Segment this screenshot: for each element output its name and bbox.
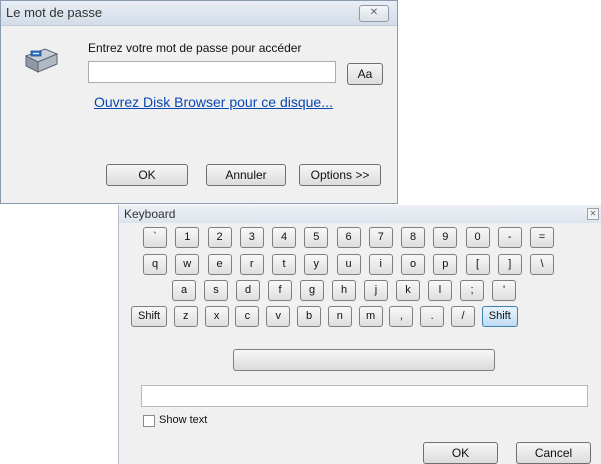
key-row3-11[interactable]: ': [492, 280, 516, 301]
key-row3-10[interactable]: ;: [460, 280, 484, 301]
key-row3-9[interactable]: l: [428, 280, 452, 301]
keyboard-text-field[interactable]: [141, 385, 588, 407]
key-row3-7[interactable]: j: [364, 280, 388, 301]
password-dialog-title: Le mot de passe: [6, 5, 103, 20]
key-row4-10[interactable]: .: [420, 306, 445, 327]
drive-icon: [24, 48, 59, 73]
key-row3-6[interactable]: h: [332, 280, 356, 301]
key-row2-13[interactable]: \: [530, 254, 554, 275]
options-button[interactable]: Options >>: [299, 164, 381, 186]
space-key[interactable]: [233, 349, 495, 371]
keyboard-close-icon[interactable]: ✕: [587, 208, 599, 220]
password-prompt: Entrez votre mot de passe pour accéder: [88, 41, 302, 55]
key-row2-7[interactable]: u: [336, 254, 361, 275]
cancel-button[interactable]: Annuler: [206, 164, 286, 186]
key-row4-3[interactable]: x: [204, 306, 229, 327]
key-row1-11[interactable]: 0: [465, 227, 490, 248]
disk-browser-link[interactable]: Ouvrez Disk Browser pour ce disque...: [94, 94, 333, 110]
key-row3-4[interactable]: f: [268, 280, 292, 301]
password-dialog-titlebar[interactable]: Le mot de passe ✕: [1, 1, 397, 26]
key-row1-13[interactable]: =: [530, 227, 554, 248]
key-right-shift[interactable]: Shift: [481, 306, 518, 327]
key-row4-5[interactable]: v: [266, 306, 291, 327]
keyboard-window: Keyboard ✕ ` 1 2 3 4 5 6 7 8 9 0- = q w e r t y u i o p [] \ a s d…: [118, 205, 601, 464]
key-row2-6[interactable]: y: [304, 254, 329, 275]
key-row2-5[interactable]: t: [272, 254, 296, 275]
key-row4-7[interactable]: n: [327, 306, 352, 327]
key-row1-7[interactable]: 6: [336, 227, 361, 248]
key-row4-8[interactable]: m: [358, 306, 383, 327]
key-row2-10[interactable]: p: [433, 254, 458, 275]
key-row4-11[interactable]: /: [451, 306, 475, 327]
key-row2-11[interactable]: [: [465, 254, 490, 275]
key-row2-9[interactable]: o: [401, 254, 425, 275]
show-text-checkbox[interactable]: [143, 415, 155, 427]
key-row3-3[interactable]: d: [236, 280, 260, 301]
key-row1-6[interactable]: 5: [304, 227, 329, 248]
key-row2-3[interactable]: e: [207, 254, 232, 275]
key-row4-9[interactable]: ,: [389, 306, 414, 327]
keyboard-ok-button[interactable]: OK: [423, 442, 498, 464]
key-row2-4[interactable]: r: [239, 254, 264, 275]
key-row3-5[interactable]: g: [300, 280, 324, 301]
key-row4-2[interactable]: z: [173, 306, 198, 327]
keyboard-title: Keyboard: [124, 207, 176, 221]
key-row4-6[interactable]: b: [297, 306, 321, 327]
aa-button[interactable]: Aa: [347, 63, 383, 85]
key-row3-1[interactable]: a: [172, 280, 196, 301]
key-row4-4[interactable]: c: [235, 306, 260, 327]
key-row1-2[interactable]: 1: [175, 227, 200, 248]
key-row1-1[interactable]: `: [143, 227, 167, 248]
keyboard-cancel-button[interactable]: Cancel: [516, 442, 591, 464]
keyboard-titlebar[interactable]: Keyboard ✕: [119, 205, 601, 223]
key-row3-2[interactable]: s: [204, 280, 228, 301]
ok-button[interactable]: OK: [106, 164, 188, 186]
key-left-shift[interactable]: Shift: [131, 306, 167, 327]
close-icon[interactable]: ✕: [359, 5, 389, 22]
key-row1-4[interactable]: 3: [239, 227, 264, 248]
password-dialog: Le mot de passe ✕ Entrez votre mot de pa…: [0, 0, 398, 204]
key-row1-5[interactable]: 4: [272, 227, 296, 248]
key-row1-9[interactable]: 8: [401, 227, 425, 248]
key-row1-8[interactable]: 7: [368, 227, 393, 248]
password-input[interactable]: [88, 61, 336, 83]
show-text-label: Show text: [159, 414, 208, 426]
key-row3-8[interactable]: k: [396, 280, 420, 301]
key-row2-12[interactable]: ]: [497, 254, 522, 275]
key-row2-2[interactable]: w: [175, 254, 200, 275]
key-row2-1[interactable]: q: [143, 254, 167, 275]
key-row1-3[interactable]: 2: [207, 227, 232, 248]
key-row1-12[interactable]: -: [497, 227, 522, 248]
key-row2-8[interactable]: i: [368, 254, 393, 275]
key-row1-10[interactable]: 9: [433, 227, 458, 248]
